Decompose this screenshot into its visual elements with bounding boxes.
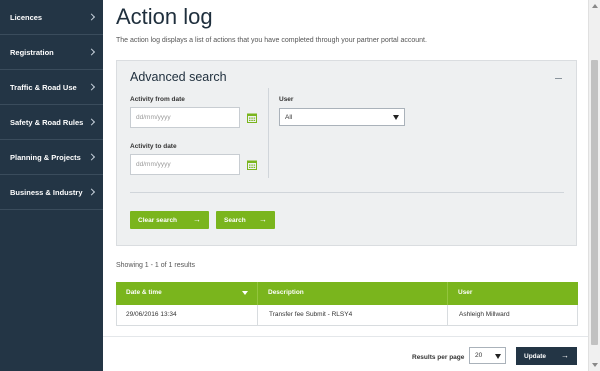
sidebar-item-licences[interactable]: Licences <box>0 0 103 35</box>
main-content: Action log The action log displays a lis… <box>103 0 588 371</box>
sidebar-item-label: Traffic & Road Use <box>10 82 77 92</box>
calendar-icon[interactable] <box>247 113 257 123</box>
action-log-table: Date & time Description User 29/06/2016 … <box>116 282 578 326</box>
scroll-down-icon[interactable] <box>592 363 598 367</box>
panel-divider <box>130 192 564 193</box>
update-label: Update <box>524 352 547 360</box>
chevron-right-icon <box>87 153 96 161</box>
chevron-right-icon <box>87 13 96 21</box>
clear-search-label: Clear search <box>138 216 178 224</box>
sidebar-item-registration[interactable]: Registration <box>0 35 103 70</box>
sidebar-item-business-industry[interactable]: Business & Industry <box>0 175 103 210</box>
column-divider <box>257 282 258 305</box>
sidebar-item-traffic-road-use[interactable]: Traffic & Road Use <box>0 70 103 105</box>
column-divider <box>447 305 448 325</box>
arrow-right-icon: → <box>259 215 267 224</box>
to-date-input[interactable]: dd/mm/yyyy <box>130 154 240 175</box>
sidebar-item-label: Registration <box>10 47 54 57</box>
column-header-date[interactable]: Date & time <box>126 289 162 296</box>
results-per-page-value: 20 <box>475 352 483 359</box>
user-select-value: All <box>285 113 293 121</box>
chevron-right-icon <box>87 188 96 196</box>
column-header-description: Description <box>268 289 304 296</box>
results-per-page-select[interactable]: 20 <box>469 347 506 364</box>
cell-description: Transfer fee Submit - RLSY4 <box>269 311 353 318</box>
cell-user: Ashleigh Millward <box>459 311 510 318</box>
column-divider <box>257 305 258 325</box>
sidebar: Licences Registration Traffic & Road Use… <box>0 0 103 371</box>
from-date-label: Activity from date <box>130 96 185 103</box>
field-divider <box>268 88 269 178</box>
sidebar-item-label: Planning & Projects <box>10 152 81 162</box>
to-date-label: Activity to date <box>130 143 177 150</box>
sidebar-item-label: Safety & Road Rules <box>10 117 84 127</box>
advanced-search-panel: Advanced search Activity from date dd/mm… <box>116 60 577 246</box>
page-description: The action log displays a list of action… <box>116 37 427 44</box>
caret-down-icon <box>495 354 501 359</box>
sidebar-item-planning-projects[interactable]: Planning & Projects <box>0 140 103 175</box>
caret-down-icon <box>393 115 399 120</box>
search-button[interactable]: Search → <box>216 211 275 229</box>
update-button[interactable]: Update → <box>516 347 577 365</box>
search-label: Search <box>224 216 246 224</box>
page-scrollbar[interactable] <box>588 0 600 371</box>
chevron-right-icon <box>87 118 96 126</box>
chevron-right-icon <box>87 83 96 91</box>
sidebar-item-label: Business & Industry <box>10 187 83 197</box>
arrow-right-icon: → <box>193 215 201 224</box>
table-row: 29/06/2016 13:34 Transfer fee Submit - R… <box>116 305 578 326</box>
calendar-icon[interactable] <box>247 160 257 170</box>
results-per-page-label: Results per page <box>412 354 465 361</box>
scrollbar-thumb[interactable] <box>591 60 598 345</box>
page-title: Action log <box>116 4 213 29</box>
from-date-input[interactable]: dd/mm/yyyy <box>130 107 240 128</box>
cell-date: 29/06/2016 13:34 <box>126 311 177 318</box>
results-summary: Showing 1 - 1 of 1 results <box>116 262 195 269</box>
scroll-up-icon[interactable] <box>592 4 598 8</box>
table-header: Date & time Description User <box>116 282 578 305</box>
chevron-right-icon <box>87 48 96 56</box>
advanced-search-title: Advanced search <box>130 70 227 84</box>
column-divider <box>447 282 448 305</box>
arrow-right-icon: → <box>561 351 569 360</box>
sort-down-icon[interactable] <box>242 291 248 295</box>
user-label: User <box>279 96 294 103</box>
sidebar-item-safety-road-rules[interactable]: Safety & Road Rules <box>0 105 103 140</box>
column-header-user: User <box>458 289 473 296</box>
user-select[interactable]: All <box>279 108 405 126</box>
pagination-bar: Results per page 20 Update → <box>103 336 588 371</box>
collapse-icon[interactable] <box>555 78 562 79</box>
sidebar-item-label: Licences <box>10 12 43 22</box>
clear-search-button[interactable]: Clear search → <box>130 211 209 229</box>
